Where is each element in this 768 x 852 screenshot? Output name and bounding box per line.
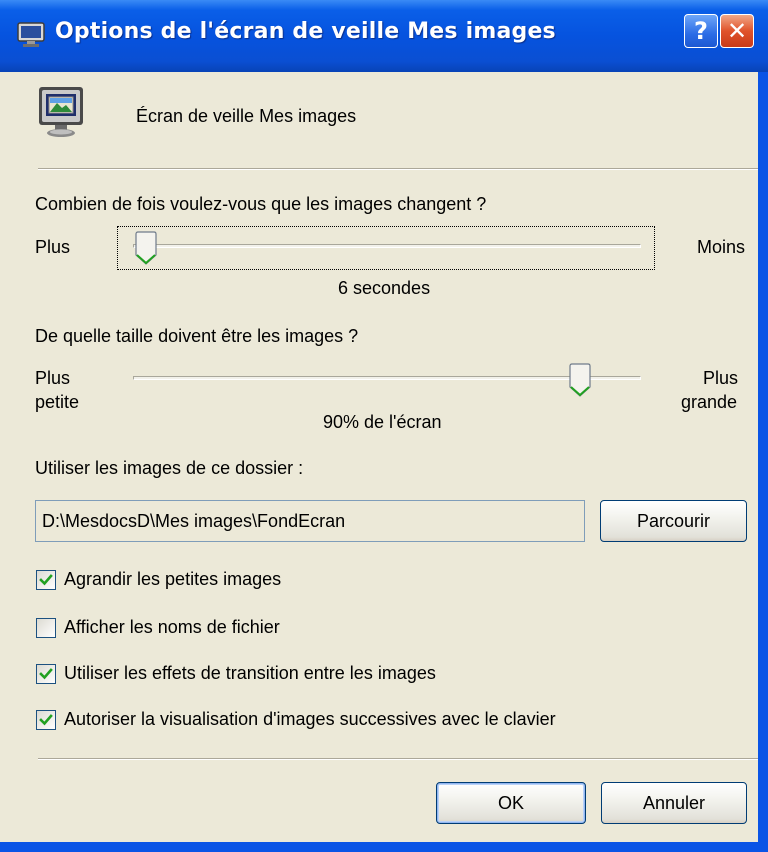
checkmark-icon [39, 714, 53, 726]
size-max-label-line1: Plus [703, 368, 739, 388]
checkmark-icon [39, 668, 53, 680]
option-label[interactable]: Autoriser la visualisation d'images succ… [64, 709, 556, 730]
frequency-min-label: Plus [35, 237, 71, 257]
frequency-value: 6 secondes [338, 278, 431, 298]
separator-top [38, 168, 760, 170]
display-icon [17, 22, 45, 47]
size-min-label-line2: petite [35, 392, 80, 412]
window-title: Options de l'écran de veille Mes images [55, 19, 556, 44]
folder-label: Utiliser les images de ce dossier : [35, 458, 304, 478]
checkmark-icon [39, 574, 53, 586]
frequency-focus-rect [117, 226, 655, 270]
separator-bottom [38, 758, 760, 760]
size-max-label-line2: grande [681, 392, 738, 412]
cancel-button[interactable]: Annuler [601, 782, 747, 824]
close-button[interactable]: ✕ [720, 14, 754, 48]
size-slider-track[interactable] [133, 376, 641, 380]
help-button[interactable]: ? [684, 14, 718, 48]
window-bottom-border [0, 842, 768, 852]
dialog-body: Écran de veille Mes images Combien de fo… [0, 72, 760, 842]
option-label[interactable]: Agrandir les petites images [64, 569, 281, 590]
screensaver-monitor-icon [39, 87, 83, 137]
option-checkbox[interactable] [36, 710, 56, 730]
size-slider-thumb[interactable] [569, 363, 591, 397]
dialog-window: Options de l'écran de veille Mes images … [0, 0, 768, 852]
window-right-border [758, 72, 768, 842]
size-min-label-line1: Plus [35, 368, 71, 388]
frequency-slider-track[interactable] [133, 244, 641, 248]
option-checkbox[interactable] [36, 618, 56, 638]
screensaver-name: Écran de veille Mes images [136, 106, 357, 126]
option-checkbox[interactable] [36, 664, 56, 684]
size-question: De quelle taille doivent être les images… [35, 326, 359, 346]
option-label[interactable]: Afficher les noms de fichier [64, 617, 280, 638]
frequency-max-label: Moins [697, 237, 746, 257]
browse-button[interactable]: Parcourir [600, 500, 747, 542]
folder-path-field[interactable]: D:\MesdocsD\Mes images\FondEcran [35, 500, 585, 542]
frequency-question: Combien de fois voulez-vous que les imag… [35, 194, 487, 214]
option-label[interactable]: Utiliser les effets de transition entre … [64, 663, 436, 684]
ok-button[interactable]: OK [436, 782, 586, 824]
option-checkbox[interactable] [36, 570, 56, 590]
size-value: 90% de l'écran [323, 412, 442, 432]
title-bar[interactable]: Options de l'écran de veille Mes images … [0, 0, 768, 72]
frequency-slider-thumb[interactable] [135, 231, 157, 265]
